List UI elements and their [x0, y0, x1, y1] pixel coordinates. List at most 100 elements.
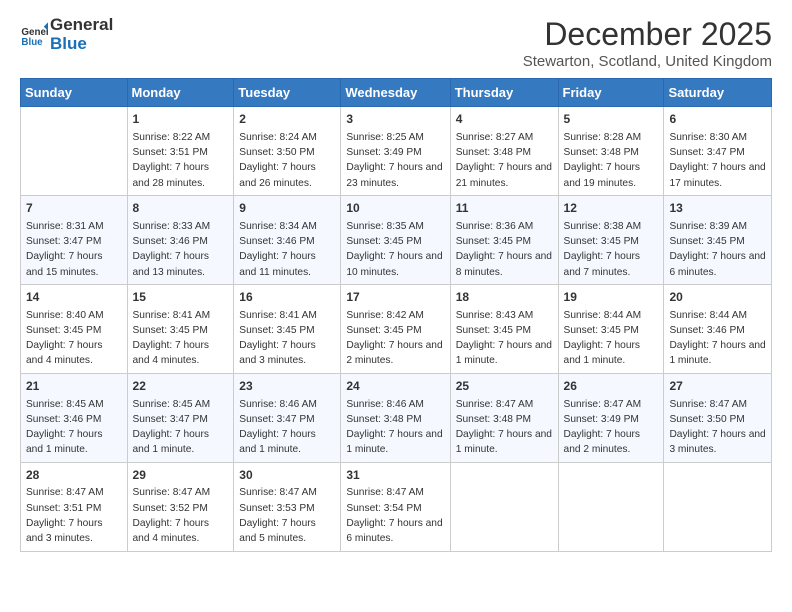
calendar-week-row: 7 Sunrise: 8:31 AMSunset: 3:47 PMDaylight…	[21, 195, 772, 284]
sunrise-text: Sunrise: 8:33 AMSunset: 3:46 PMDaylight:…	[133, 221, 211, 278]
day-number: 14	[26, 289, 122, 306]
sunrise-text: Sunrise: 8:47 AMSunset: 3:50 PMDaylight:…	[669, 399, 765, 456]
calendar-week-row: 1Sunrise: 8:22 AMSunset: 3:51 PMDaylight…	[21, 107, 772, 196]
day-number: 20	[669, 289, 766, 306]
sunrise-text: Sunrise: 8:42 AMSunset: 3:45 PMDaylight:…	[346, 310, 442, 367]
calendar-cell	[664, 462, 772, 551]
sunrise-text: Sunrise: 8:46 AMSunset: 3:48 PMDaylight:…	[346, 399, 442, 456]
svg-text:Blue: Blue	[21, 36, 43, 47]
logo: General Blue General Blue	[20, 16, 113, 53]
header-saturday: Saturday	[664, 79, 772, 107]
calendar-cell: 2 Sunrise: 8:24 AMSunset: 3:50 PMDaylight…	[234, 107, 341, 196]
sunrise-text: Sunrise: 8:44 AMSunset: 3:45 PMDaylight:…	[564, 310, 642, 367]
sunrise-text: Sunrise: 8:36 AMSunset: 3:45 PMDaylight:…	[456, 221, 552, 278]
sunrise-text: Sunrise: 8:34 AMSunset: 3:46 PMDaylight:…	[239, 221, 317, 278]
sunrise-text: Sunrise: 8:46 AMSunset: 3:47 PMDaylight:…	[239, 399, 317, 456]
header-tuesday: Tuesday	[234, 79, 341, 107]
sunrise-text: Sunrise: 8:45 AMSunset: 3:47 PMDaylight:…	[133, 399, 211, 456]
day-number: 7	[26, 200, 122, 217]
sunrise-text: Sunrise: 8:30 AMSunset: 3:47 PMDaylight:…	[669, 132, 765, 189]
calendar-header-row: SundayMondayTuesdayWednesdayThursdayFrid…	[21, 79, 772, 107]
day-number: 3	[346, 111, 444, 128]
header-sunday: Sunday	[21, 79, 128, 107]
sunrise-text: Sunrise: 8:35 AMSunset: 3:45 PMDaylight:…	[346, 221, 442, 278]
day-number: 21	[26, 378, 122, 395]
header-thursday: Thursday	[450, 79, 558, 107]
day-number: 27	[669, 378, 766, 395]
sunrise-text: Sunrise: 8:27 AMSunset: 3:48 PMDaylight:…	[456, 132, 552, 189]
sunrise-text: Sunrise: 8:47 AMSunset: 3:48 PMDaylight:…	[456, 399, 552, 456]
calendar-cell: 24 Sunrise: 8:46 AMSunset: 3:48 PMDayligh…	[341, 373, 450, 462]
calendar-cell: 6 Sunrise: 8:30 AMSunset: 3:47 PMDaylight…	[664, 107, 772, 196]
month-title: December 2025	[523, 16, 772, 53]
day-number: 10	[346, 200, 444, 217]
calendar-cell: 20 Sunrise: 8:44 AMSunset: 3:46 PMDayligh…	[664, 284, 772, 373]
calendar-cell: 7 Sunrise: 8:31 AMSunset: 3:47 PMDaylight…	[21, 195, 128, 284]
sunrise-text: Sunrise: 8:47 AMSunset: 3:51 PMDaylight:…	[26, 487, 104, 544]
calendar-cell: 31Sunrise: 8:47 AMSunset: 3:54 PMDayligh…	[341, 462, 450, 551]
calendar-cell: 15Sunrise: 8:41 AMSunset: 3:45 PMDayligh…	[127, 284, 234, 373]
day-number: 18	[456, 289, 553, 306]
calendar-cell: 23 Sunrise: 8:46 AMSunset: 3:47 PMDayligh…	[234, 373, 341, 462]
calendar-cell: 10 Sunrise: 8:35 AMSunset: 3:45 PMDayligh…	[341, 195, 450, 284]
calendar-cell: 12 Sunrise: 8:38 AMSunset: 3:45 PMDayligh…	[558, 195, 664, 284]
calendar-week-row: 14 Sunrise: 8:40 AMSunset: 3:45 PMDayligh…	[21, 284, 772, 373]
sunrise-text: Sunrise: 8:40 AMSunset: 3:45 PMDaylight:…	[26, 310, 104, 367]
sunrise-text: Sunrise: 8:44 AMSunset: 3:46 PMDaylight:…	[669, 310, 765, 367]
sunrise-text: Sunrise: 8:47 AMSunset: 3:52 PMDaylight:…	[133, 487, 211, 544]
day-number: 6	[669, 111, 766, 128]
day-number: 16	[239, 289, 335, 306]
calendar-cell: 19 Sunrise: 8:44 AMSunset: 3:45 PMDayligh…	[558, 284, 664, 373]
sunrise-text: Sunrise: 8:41 AMSunset: 3:45 PMDaylight:…	[239, 310, 317, 367]
calendar-cell: 14 Sunrise: 8:40 AMSunset: 3:45 PMDayligh…	[21, 284, 128, 373]
sunrise-text: Sunrise: 8:47 AMSunset: 3:49 PMDaylight:…	[564, 399, 642, 456]
sunrise-text: Sunrise: 8:45 AMSunset: 3:46 PMDaylight:…	[26, 399, 104, 456]
title-block: December 2025 Stewarton, Scotland, Unite…	[523, 16, 772, 70]
logo-line2: Blue	[50, 35, 113, 54]
calendar-cell: 28 Sunrise: 8:47 AMSunset: 3:51 PMDayligh…	[21, 462, 128, 551]
sunrise-text: Sunrise: 8:22 AMSunset: 3:51 PMDaylight:…	[133, 132, 211, 189]
calendar-cell: 27 Sunrise: 8:47 AMSunset: 3:50 PMDayligh…	[664, 373, 772, 462]
calendar-cell	[558, 462, 664, 551]
calendar-week-row: 21 Sunrise: 8:45 AMSunset: 3:46 PMDayligh…	[21, 373, 772, 462]
calendar-cell: 22Sunrise: 8:45 AMSunset: 3:47 PMDayligh…	[127, 373, 234, 462]
day-number: 25	[456, 378, 553, 395]
day-number: 9	[239, 200, 335, 217]
header-friday: Friday	[558, 79, 664, 107]
day-number: 26	[564, 378, 659, 395]
day-number: 2	[239, 111, 335, 128]
sunrise-text: Sunrise: 8:43 AMSunset: 3:45 PMDaylight:…	[456, 310, 552, 367]
location: Stewarton, Scotland, United Kingdom	[523, 53, 772, 70]
sunrise-text: Sunrise: 8:24 AMSunset: 3:50 PMDaylight:…	[239, 132, 317, 189]
calendar-cell	[21, 107, 128, 196]
sunrise-text: Sunrise: 8:47 AMSunset: 3:53 PMDaylight:…	[239, 487, 317, 544]
calendar-cell: 4Sunrise: 8:27 AMSunset: 3:48 PMDaylight…	[450, 107, 558, 196]
sunrise-text: Sunrise: 8:39 AMSunset: 3:45 PMDaylight:…	[669, 221, 765, 278]
calendar-cell: 18 Sunrise: 8:43 AMSunset: 3:45 PMDayligh…	[450, 284, 558, 373]
sunrise-text: Sunrise: 8:47 AMSunset: 3:54 PMDaylight:…	[346, 487, 442, 544]
day-number: 24	[346, 378, 444, 395]
day-number: 23	[239, 378, 335, 395]
day-number: 28	[26, 467, 122, 484]
calendar-cell: 13Sunrise: 8:39 AMSunset: 3:45 PMDayligh…	[664, 195, 772, 284]
day-number: 17	[346, 289, 444, 306]
calendar-cell: 5Sunrise: 8:28 AMSunset: 3:48 PMDaylight…	[558, 107, 664, 196]
logo-line1: General	[50, 16, 113, 35]
header-wednesday: Wednesday	[341, 79, 450, 107]
calendar-cell	[450, 462, 558, 551]
sunrise-text: Sunrise: 8:31 AMSunset: 3:47 PMDaylight:…	[26, 221, 104, 278]
calendar-cell: 1Sunrise: 8:22 AMSunset: 3:51 PMDaylight…	[127, 107, 234, 196]
calendar-cell: 8Sunrise: 8:33 AMSunset: 3:46 PMDaylight…	[127, 195, 234, 284]
sunrise-text: Sunrise: 8:38 AMSunset: 3:45 PMDaylight:…	[564, 221, 642, 278]
page-header: General Blue General Blue December 2025 …	[20, 16, 772, 70]
day-number: 12	[564, 200, 659, 217]
calendar-cell: 30 Sunrise: 8:47 AMSunset: 3:53 PMDayligh…	[234, 462, 341, 551]
day-number: 30	[239, 467, 335, 484]
calendar-cell: 16 Sunrise: 8:41 AMSunset: 3:45 PMDayligh…	[234, 284, 341, 373]
calendar-cell: 17 Sunrise: 8:42 AMSunset: 3:45 PMDayligh…	[341, 284, 450, 373]
day-number: 5	[564, 111, 659, 128]
sunrise-text: Sunrise: 8:25 AMSunset: 3:49 PMDaylight:…	[346, 132, 442, 189]
calendar-cell: 21 Sunrise: 8:45 AMSunset: 3:46 PMDayligh…	[21, 373, 128, 462]
day-number: 29	[133, 467, 229, 484]
day-number: 19	[564, 289, 659, 306]
